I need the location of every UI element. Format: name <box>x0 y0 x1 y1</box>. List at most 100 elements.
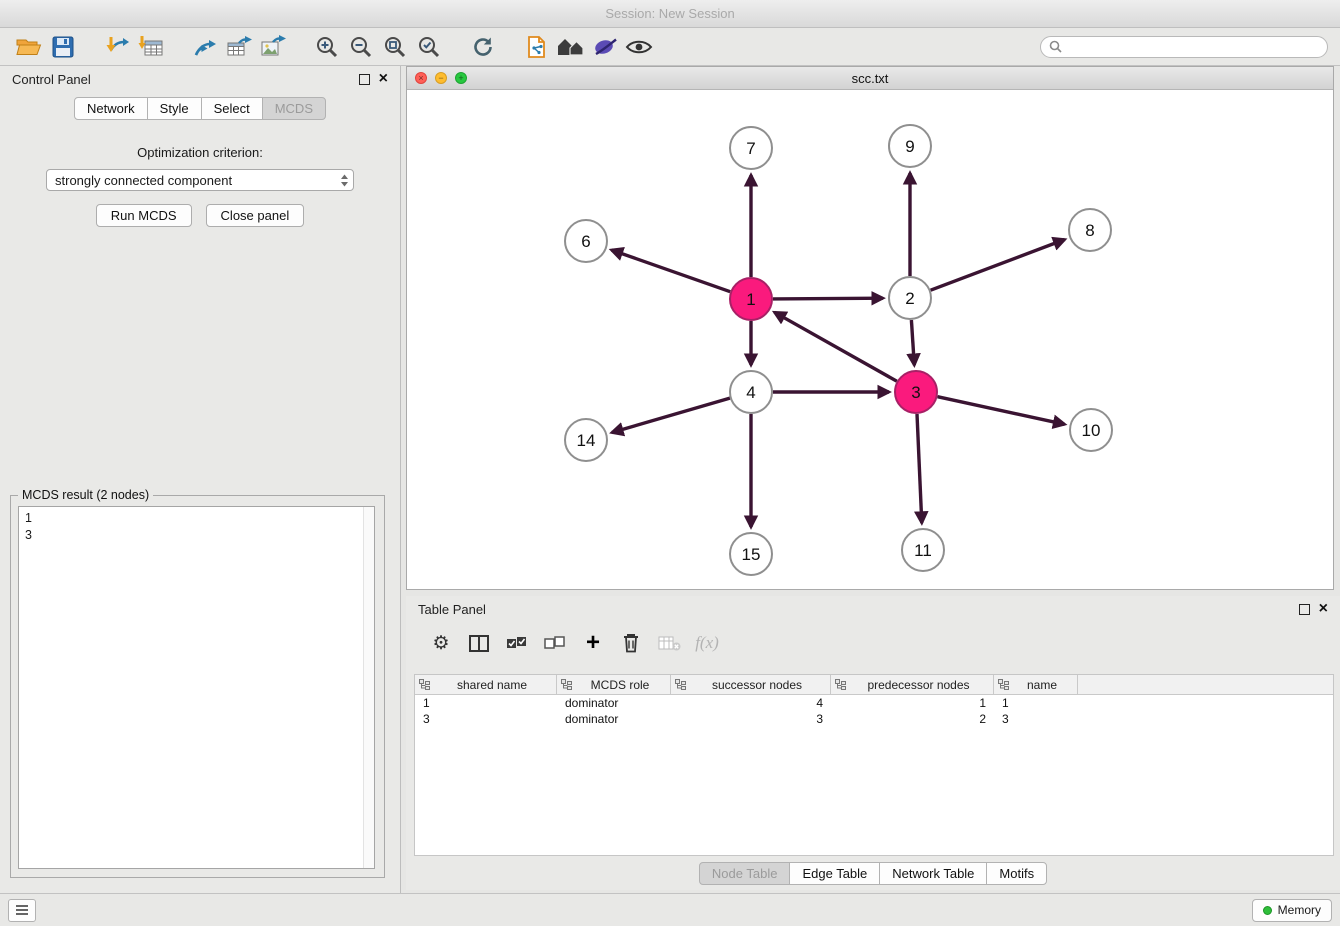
mcds-result-list[interactable]: 13 <box>18 506 375 869</box>
search-icon <box>1049 40 1062 53</box>
graph-node-11[interactable]: 11 <box>902 529 944 571</box>
graph-node-7[interactable]: 7 <box>730 127 772 169</box>
create-column-button[interactable]: + <box>576 627 610 659</box>
graph-edge-1-6[interactable] <box>612 250 731 292</box>
table-tab-node-table[interactable]: Node Table <box>699 862 791 885</box>
close-window-icon[interactable]: × <box>415 72 427 84</box>
memory-button[interactable]: Memory <box>1252 899 1332 922</box>
table-tab-motifs[interactable]: Motifs <box>986 862 1047 885</box>
result-scrollbar[interactable] <box>363 507 374 868</box>
table-cell: 3 <box>415 712 557 726</box>
graph-node-label: 1 <box>746 290 755 309</box>
table-panel-title: Table Panel <box>418 602 486 617</box>
column-attr-icon <box>998 679 1009 690</box>
column-attr-icon <box>835 679 846 690</box>
zoom-fit-button[interactable] <box>378 32 412 62</box>
paint-style-icon <box>592 36 618 58</box>
table-settings-button[interactable]: ⚙ <box>424 627 458 659</box>
graph-node-14[interactable]: 14 <box>565 419 607 461</box>
control-panel-title: Control Panel <box>12 72 91 87</box>
column-header-predecessor-nodes[interactable]: predecessor nodes <box>831 675 994 694</box>
graph-edge-1-2[interactable] <box>773 298 883 299</box>
graph-edge-4-14[interactable] <box>612 398 730 432</box>
import-table-button[interactable] <box>134 32 168 62</box>
clone-network-button[interactable] <box>520 32 554 62</box>
save-session-button[interactable] <box>46 32 80 62</box>
graph-edge-3-11[interactable] <box>917 414 922 523</box>
table-row[interactable]: 1dominator411 <box>415 695 1333 711</box>
tab-style[interactable]: Style <box>147 97 202 120</box>
column-header-MCDS-role[interactable]: MCDS role <box>557 675 671 694</box>
column-header-shared-name[interactable]: shared name <box>415 675 557 694</box>
float-panel-icon[interactable] <box>359 74 370 85</box>
window-titlebar[interactable]: Session: New Session <box>0 0 1340 28</box>
graph-node-4[interactable]: 4 <box>730 371 772 413</box>
search-input[interactable] <box>1068 39 1319 55</box>
first-neighbors-button[interactable] <box>554 32 588 62</box>
deselect-all-button[interactable] <box>538 627 572 659</box>
memory-label: Memory <box>1278 903 1321 917</box>
gear-icon: ⚙ <box>432 632 449 655</box>
graph-node-10[interactable]: 10 <box>1070 409 1112 451</box>
zoom-out-button[interactable] <box>344 32 378 62</box>
tab-select[interactable]: Select <box>201 97 263 120</box>
zoom-in-icon <box>315 35 339 59</box>
table-tab-network-table[interactable]: Network Table <box>879 862 987 885</box>
export-image-button[interactable] <box>256 32 290 62</box>
select-all-button[interactable] <box>500 627 534 659</box>
tab-mcds[interactable]: MCDS <box>262 97 326 120</box>
import-table-icon <box>138 35 164 59</box>
zoom-selected-button[interactable] <box>412 32 446 62</box>
task-history-button[interactable] <box>8 899 36 922</box>
tab-network[interactable]: Network <box>74 97 148 120</box>
column-header-name[interactable]: name <box>994 675 1078 694</box>
graph-node-label: 14 <box>577 431 596 450</box>
graph-node-label: 8 <box>1085 221 1094 240</box>
graph-node-label: 7 <box>746 139 755 158</box>
network-window-titlebar[interactable]: scc.txt × − + <box>407 67 1333 90</box>
graph-node-2[interactable]: 2 <box>889 277 931 319</box>
minimize-window-icon[interactable]: − <box>435 72 447 84</box>
show-hide-button[interactable] <box>622 32 656 62</box>
column-header-successor-nodes[interactable]: successor nodes <box>671 675 831 694</box>
mcds-result-group: MCDS result (2 nodes) 13 <box>10 495 385 878</box>
paint-style-button[interactable] <box>588 32 622 62</box>
import-network-icon <box>104 35 130 59</box>
column-attr-icon <box>419 679 430 690</box>
graph-edge-3-10[interactable] <box>938 397 1065 425</box>
refresh-view-button[interactable] <box>466 32 500 62</box>
export-network-button[interactable] <box>188 32 222 62</box>
zoom-out-icon <box>349 35 373 59</box>
maximize-window-icon[interactable]: + <box>455 72 467 84</box>
mcds-result-title: MCDS result (2 nodes) <box>18 488 153 502</box>
search-field[interactable] <box>1040 36 1328 58</box>
table-row[interactable]: 3dominator323 <box>415 711 1333 727</box>
graph-edge-3-1[interactable] <box>775 312 897 381</box>
close-panel-button[interactable]: Close panel <box>206 204 305 227</box>
delete-table-button[interactable] <box>652 627 686 659</box>
criterion-dropdown[interactable]: strongly connected component <box>46 169 354 191</box>
graph-edge-2-8[interactable] <box>931 240 1065 291</box>
network-canvas[interactable]: 7 9 6 8 1 2 4 3 14 10 15 11 <box>407 90 1333 590</box>
close-table-panel-icon[interactable]: × <box>1319 604 1328 614</box>
graph-node-8[interactable]: 8 <box>1069 209 1111 251</box>
graph-node-9[interactable]: 9 <box>889 125 931 167</box>
zoom-in-button[interactable] <box>310 32 344 62</box>
graph-node-15[interactable]: 15 <box>730 533 772 575</box>
float-table-panel-icon[interactable] <box>1299 604 1310 615</box>
refresh-icon <box>471 35 495 59</box>
trash-icon <box>622 633 640 653</box>
table-tab-edge-table[interactable]: Edge Table <box>789 862 880 885</box>
function-builder-button[interactable]: f(x) <box>690 627 724 659</box>
close-panel-icon[interactable]: × <box>379 74 388 84</box>
import-network-button[interactable] <box>100 32 134 62</box>
export-table-button[interactable] <box>222 32 256 62</box>
open-session-button[interactable] <box>12 32 46 62</box>
graph-node-6[interactable]: 6 <box>565 220 607 262</box>
graph-node-1[interactable]: 1 <box>730 278 772 320</box>
run-mcds-button[interactable]: Run MCDS <box>96 204 192 227</box>
graph-node-3[interactable]: 3 <box>895 371 937 413</box>
delete-column-button[interactable] <box>614 627 648 659</box>
show-columns-button[interactable] <box>462 627 496 659</box>
graph-edge-2-3[interactable] <box>911 320 914 365</box>
